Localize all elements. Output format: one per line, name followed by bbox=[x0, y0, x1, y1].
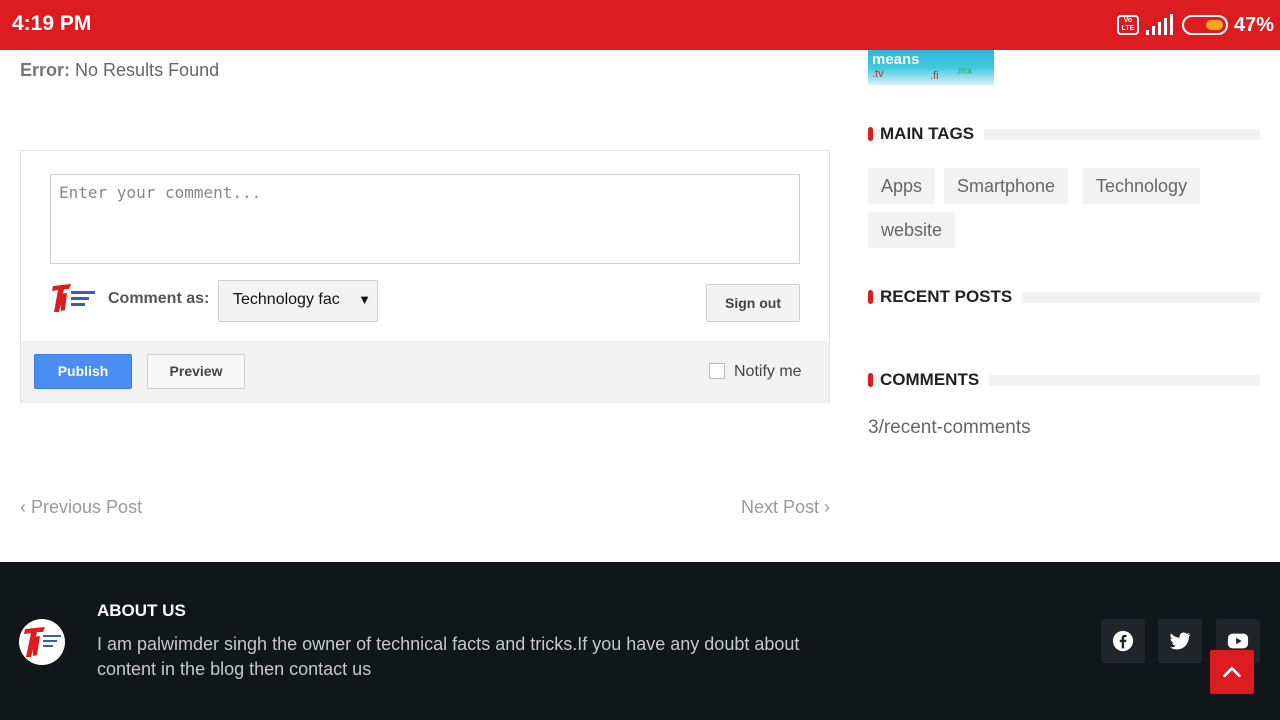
main-tags-heading: MAIN TAGS bbox=[868, 122, 1260, 146]
battery-icon bbox=[1182, 15, 1228, 35]
thumb-word: means bbox=[872, 51, 920, 68]
status-bar: 4:19 PM Vo LTE 47% bbox=[0, 0, 1280, 50]
comments-heading: COMMENTS bbox=[868, 368, 1260, 392]
error-message: Error: No Results Found bbox=[20, 60, 219, 81]
sidebar-thumbnail[interactable]: means .tv .fi .mx bbox=[868, 50, 994, 85]
tag-technology[interactable]: Technology bbox=[1083, 168, 1201, 204]
site-logo[interactable] bbox=[19, 619, 65, 665]
about-title: ABOUT US bbox=[97, 601, 186, 620]
avatar bbox=[52, 284, 95, 312]
about-text: I am palwimder singh the owner of techni… bbox=[97, 634, 800, 679]
facebook-icon bbox=[1112, 630, 1134, 652]
signal-icon bbox=[1146, 14, 1173, 35]
thumb-tld-1: .tv bbox=[872, 68, 884, 80]
recent-posts-heading: RECENT POSTS bbox=[868, 285, 1260, 309]
dropdown-arrow-icon: ▼ bbox=[358, 292, 371, 307]
previous-post-link[interactable]: ‹ Previous Post bbox=[20, 497, 142, 518]
tag-apps[interactable]: Apps bbox=[868, 168, 936, 204]
tag-website[interactable]: website bbox=[868, 212, 956, 248]
twitter-icon bbox=[1169, 632, 1191, 650]
back-to-top-button[interactable] bbox=[1210, 650, 1254, 694]
previous-post-label: Previous Post bbox=[31, 497, 143, 517]
comment-actions: Publish Preview Notify me bbox=[21, 341, 829, 403]
main-tags-title: MAIN TAGS bbox=[880, 124, 985, 144]
facebook-button[interactable] bbox=[1101, 619, 1145, 663]
thumb-tld-3: .mx bbox=[956, 66, 973, 77]
comment-form: Enter your comment... Comment as: Techno… bbox=[20, 150, 830, 403]
notify-label: Notify me bbox=[734, 363, 802, 380]
identity-select[interactable]: Technology fac ▼ bbox=[218, 280, 378, 322]
status-time: 4:19 PM bbox=[12, 12, 92, 35]
recent-posts-title: RECENT POSTS bbox=[880, 287, 1023, 307]
identity-value: Technology fac bbox=[233, 291, 340, 308]
next-post-label: Next Post bbox=[740, 497, 819, 517]
recent-comments-text: 3/recent-comments bbox=[868, 417, 1031, 438]
error-text: No Results Found bbox=[75, 60, 220, 80]
volte-icon: Vo LTE bbox=[1117, 15, 1139, 35]
comments-title: COMMENTS bbox=[880, 370, 990, 390]
publish-button[interactable]: Publish bbox=[34, 354, 132, 389]
notify-checkbox[interactable] bbox=[709, 363, 725, 379]
footer: ABOUT US I am palwimder singh the owner … bbox=[0, 562, 1280, 720]
chevron-right-icon: › bbox=[824, 497, 830, 517]
twitter-button[interactable] bbox=[1158, 619, 1202, 663]
chevron-up-icon bbox=[1223, 666, 1241, 678]
next-post-link[interactable]: Next Post › bbox=[741, 497, 830, 518]
tag-smartphone[interactable]: Smartphone bbox=[944, 168, 1069, 204]
battery-percent: 47% bbox=[1234, 14, 1275, 36]
chevron-left-icon: ‹ bbox=[20, 497, 26, 517]
thumb-tld-2: .fi bbox=[930, 70, 939, 82]
youtube-icon bbox=[1227, 633, 1249, 649]
preview-button[interactable]: Preview bbox=[147, 354, 245, 389]
error-label: Error: bbox=[20, 60, 71, 80]
comment-as-label: Comment as: bbox=[108, 290, 210, 307]
comment-input[interactable]: Enter your comment... bbox=[50, 174, 800, 264]
comment-placeholder: Enter your comment... bbox=[59, 183, 262, 202]
sign-out-button[interactable]: Sign out bbox=[706, 284, 800, 322]
